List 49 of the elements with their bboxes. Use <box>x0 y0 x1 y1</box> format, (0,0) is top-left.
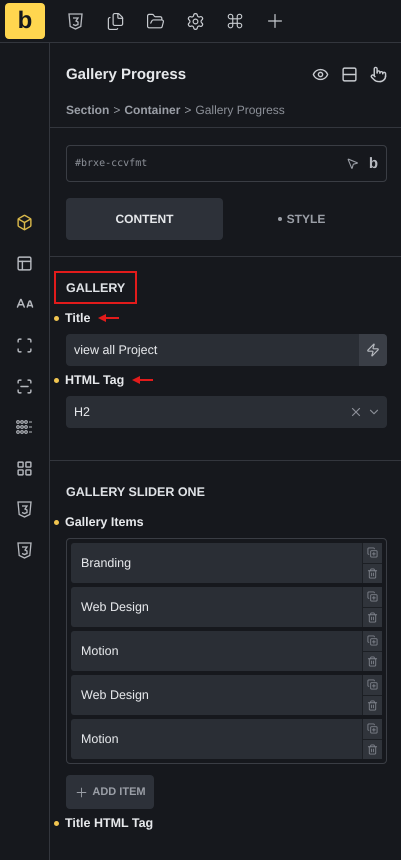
delete-icon[interactable] <box>363 694 382 715</box>
delete-icon[interactable] <box>363 738 382 759</box>
rows-icon[interactable] <box>341 66 358 82</box>
pointer-icon[interactable] <box>370 66 387 82</box>
delete-icon[interactable] <box>363 606 382 627</box>
list-item[interactable]: Web Design <box>71 587 382 627</box>
breadcrumb-separator: > <box>113 103 120 117</box>
dot-icon <box>54 316 59 320</box>
panel-title: Gallery Progress <box>66 66 186 82</box>
duplicate-icon[interactable] <box>363 587 382 606</box>
dot-icon <box>54 820 59 826</box>
list-item[interactable]: Motion <box>71 719 382 759</box>
shield-drawing[interactable] <box>68 12 82 30</box>
logo-text: b <box>368 155 378 172</box>
duplicate-icon[interactable] <box>363 631 382 650</box>
duplicate-icon[interactable] <box>363 543 382 562</box>
text-field[interactable]: view all Project <box>66 334 387 366</box>
delete-icon[interactable] <box>363 650 382 671</box>
select-field[interactable]: H2 <box>66 396 387 428</box>
section-heading: GALLERY SLIDER ONE <box>65 484 206 500</box>
pointer-icon[interactable] <box>346 157 359 170</box>
plus-icon <box>74 784 90 800</box>
lightning-icon[interactable] <box>359 334 387 366</box>
add-item-button[interactable]: ADD ITEM <box>66 775 154 809</box>
clear-icon[interactable] <box>349 405 363 419</box>
field-label: HTML Tag <box>65 373 124 387</box>
list-item[interactable]: Web Design <box>71 675 382 715</box>
breadcrumb-item[interactable]: Container <box>124 103 180 117</box>
dot-icon <box>278 217 282 221</box>
duplicate-icon[interactable] <box>363 719 382 738</box>
element-id-field[interactable]: #brxe-ccvfmt b <box>66 145 387 182</box>
field-label: Title <box>65 311 90 325</box>
field-label: Title HTML Tag <box>65 816 154 830</box>
list-item[interactable]: Motion <box>71 631 382 671</box>
annotation-arrow-icon <box>130 375 154 385</box>
breadcrumb-separator: > <box>184 103 192 117</box>
breadcrumb-item[interactable]: Section <box>66 103 110 117</box>
annotation-arrow-icon <box>96 313 120 323</box>
duplicate-icon[interactable] <box>363 675 382 694</box>
dot-icon <box>54 520 59 524</box>
field-label: Gallery Items <box>65 515 144 529</box>
logo[interactable]: b <box>5 3 45 39</box>
list-item[interactable]: Branding <box>71 543 382 583</box>
tab[interactable]: CONTENT <box>66 198 223 240</box>
section-heading: GALLERY <box>54 271 138 304</box>
breadcrumb-item: Gallery Progress <box>195 103 285 117</box>
delete-icon[interactable] <box>363 562 382 583</box>
tab[interactable]: STYLE <box>223 198 380 240</box>
dot-icon <box>54 378 59 382</box>
